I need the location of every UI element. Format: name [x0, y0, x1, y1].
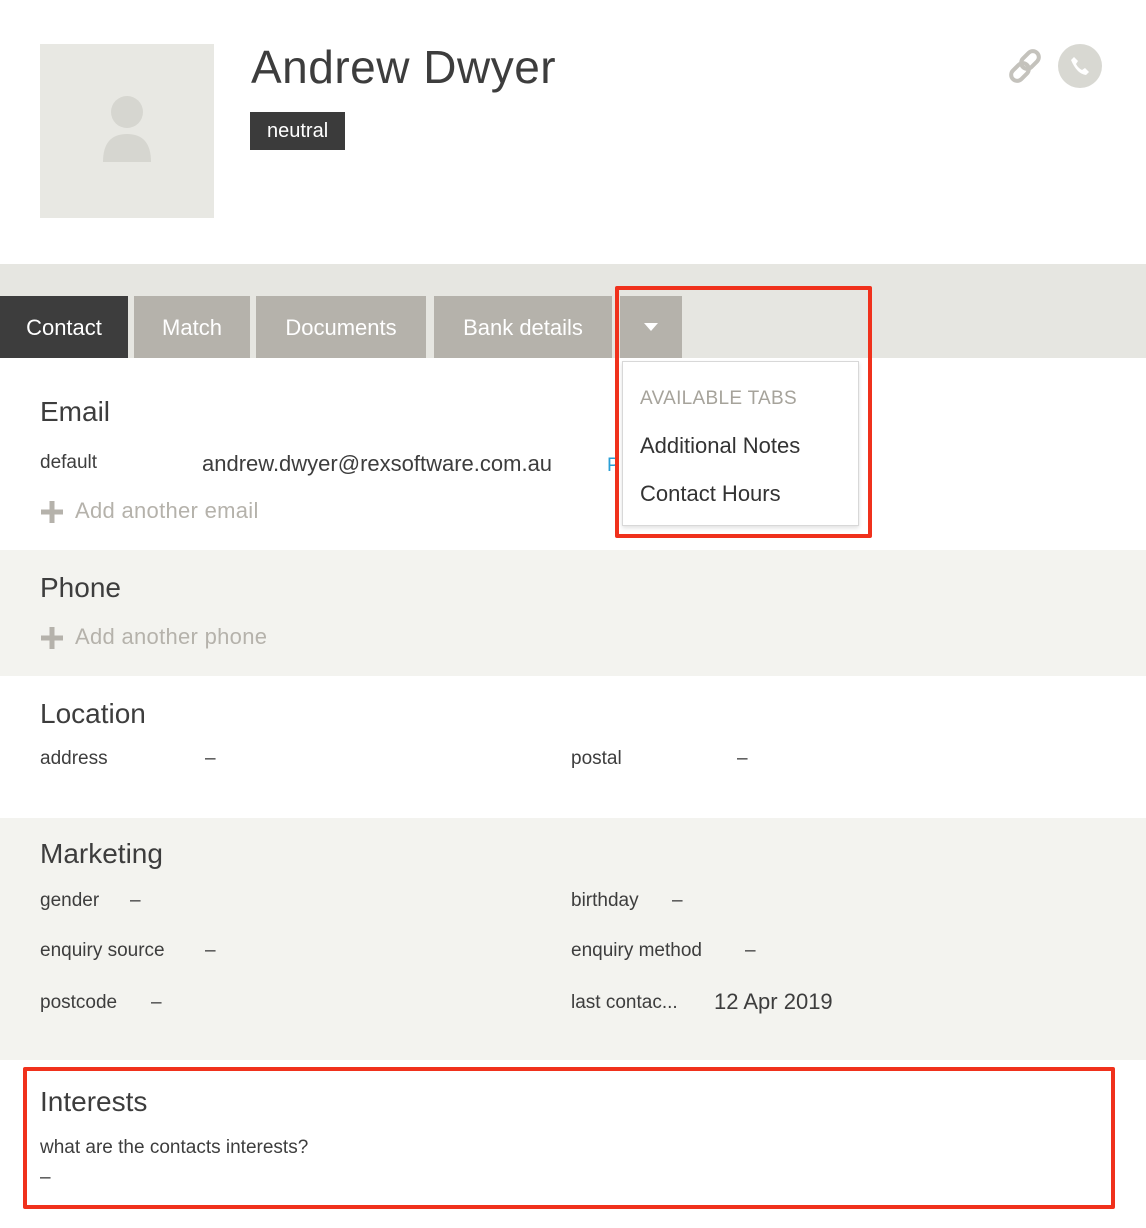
avatar[interactable]	[40, 44, 214, 218]
section-title: Phone	[40, 572, 121, 603]
postcode-label: postcode	[40, 992, 118, 1013]
highlight-box-dropdown	[615, 286, 872, 538]
tab-bank-details[interactable]: Bank details	[434, 296, 612, 358]
section-title: Email	[40, 396, 111, 427]
location-section: Location address – postal –	[0, 676, 1146, 818]
tab-bar: Contact Match Documents Bank details	[0, 264, 1146, 358]
highlight-box-interests	[23, 1067, 1115, 1209]
birthday-label: birthday	[571, 890, 639, 911]
section-title: Marketing	[40, 838, 163, 869]
status-badge[interactable]: neutral	[250, 112, 346, 150]
plus-icon	[41, 501, 63, 523]
plus-icon	[41, 627, 63, 649]
phone-icon[interactable]	[1058, 44, 1102, 88]
link-icon[interactable]	[1004, 44, 1048, 88]
add-phone-button[interactable]: Add another phone	[40, 624, 340, 652]
email-section: Email default andrew.dwyer@rexsoftware.c…	[0, 358, 1146, 550]
postcode-value[interactable]: –	[151, 992, 162, 1014]
address-value[interactable]: –	[205, 748, 216, 770]
add-email-label: Add another email	[75, 498, 259, 523]
last-contact-value[interactable]: 12 Apr 2019	[714, 989, 833, 1015]
email-label: default	[40, 452, 98, 473]
tab-match[interactable]: Match	[134, 296, 250, 358]
marketing-section: Marketing gender – birthday – enquiry so…	[0, 818, 1146, 1060]
postal-value[interactable]: –	[737, 748, 748, 770]
contact-name: Andrew Dwyer	[251, 41, 557, 93]
section-title: Location	[40, 698, 146, 729]
postal-label: postal	[571, 748, 622, 769]
last-contact-label: last contac...	[571, 992, 678, 1013]
tab-contact[interactable]: Contact	[0, 296, 128, 358]
tab-documents[interactable]: Documents	[256, 296, 426, 358]
birthday-value[interactable]: –	[672, 890, 683, 912]
gender-label: gender	[40, 890, 100, 911]
enquiry-source-value[interactable]: –	[205, 940, 216, 962]
add-email-button[interactable]: Add another email	[40, 498, 340, 526]
person-icon	[103, 96, 151, 162]
phone-section: Phone Add another phone	[0, 550, 1146, 676]
add-phone-label: Add another phone	[75, 624, 268, 649]
enquiry-method-label: enquiry method	[571, 940, 702, 961]
enquiry-source-label: enquiry source	[40, 940, 165, 961]
gender-value[interactable]: –	[130, 890, 141, 912]
email-value[interactable]: andrew.dwyer@rexsoftware.com.au	[202, 451, 552, 477]
contact-header: Andrew Dwyer neutral	[0, 0, 1146, 264]
enquiry-method-value[interactable]: –	[745, 940, 756, 962]
address-label: address	[40, 748, 108, 769]
